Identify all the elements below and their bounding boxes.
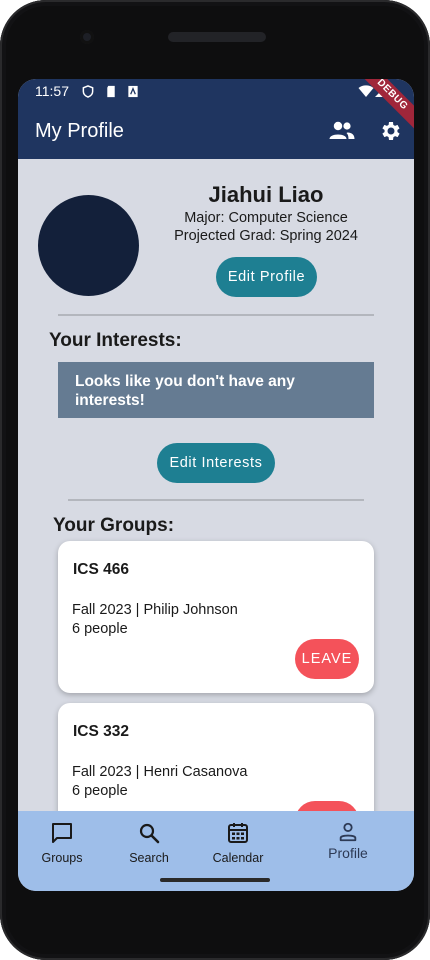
profile-major: Major: Computer Science (184, 210, 348, 226)
leave-group-button[interactable]: LEAVE (295, 639, 359, 679)
person-icon (339, 822, 357, 842)
search-icon (139, 823, 160, 844)
profile-info: Jiahui Liao Major: Computer Science Proj… (158, 181, 374, 245)
sd-card-icon (107, 85, 115, 98)
people-icon[interactable] (328, 119, 356, 143)
group-card[interactable]: ICS 466 Fall 2023 | Philip Johnson 6 peo… (58, 541, 374, 693)
gear-icon[interactable] (378, 119, 402, 143)
avatar (38, 195, 139, 296)
phone-frame: 11:57 DEBUG My Profile Jiahui Liao Major… (0, 0, 430, 960)
group-term-instructor: Fall 2023 | Philip Johnson (72, 602, 238, 618)
nav-item-search[interactable]: Search (109, 821, 189, 865)
nav-item-profile[interactable]: Profile (308, 821, 388, 861)
nav-item-groups[interactable]: Groups (22, 821, 102, 865)
nav-label-calendar: Calendar (212, 851, 264, 865)
calendar-icon (228, 823, 248, 843)
group-meta: Fall 2023 | Henri Casanova 6 people (72, 763, 247, 801)
status-bar: 11:57 DEBUG (18, 79, 414, 135)
nav-label-groups: Groups (41, 851, 83, 865)
home-indicator[interactable] (160, 878, 270, 882)
app-bar: 11:57 DEBUG My Profile (18, 79, 414, 159)
nav-item-calendar[interactable]: Calendar (198, 821, 278, 865)
nav-label-search: Search (129, 851, 169, 865)
page-title: My Profile (35, 120, 124, 142)
profile-grad: Projected Grad: Spring 2024 (174, 228, 358, 244)
interests-empty-message: Looks like you don't have any interests! (58, 362, 374, 418)
speaker-grille (168, 32, 266, 42)
divider (68, 499, 364, 501)
interests-title: Your Interests: (49, 330, 182, 351)
group-name: ICS 332 (73, 723, 130, 740)
groups-title: Your Groups: (53, 515, 175, 536)
bottom-nav: Groups Search Calendar Profile (18, 811, 414, 891)
nav-label-profile: Profile (328, 845, 368, 861)
chat-bubble-icon (52, 823, 72, 843)
shield-icon (82, 85, 94, 98)
profile-name: Jiahui Liao (208, 182, 324, 207)
status-time: 11:57 (35, 83, 69, 99)
group-term-instructor: Fall 2023 | Henri Casanova (72, 764, 248, 780)
screen: 11:57 DEBUG My Profile Jiahui Liao Major… (18, 79, 414, 891)
group-member-count: 6 people (72, 621, 128, 637)
app-badge-icon (128, 85, 138, 98)
camera-dot (80, 30, 94, 44)
group-name: ICS 466 (73, 561, 130, 578)
profile-content: Jiahui Liao Major: Computer Science Proj… (18, 159, 414, 855)
group-member-count: 6 people (72, 783, 128, 799)
edit-interests-button[interactable]: Edit Interests (157, 443, 275, 483)
group-meta: Fall 2023 | Philip Johnson 6 people (72, 601, 238, 639)
divider (58, 314, 374, 316)
edit-profile-button[interactable]: Edit Profile (216, 257, 317, 297)
